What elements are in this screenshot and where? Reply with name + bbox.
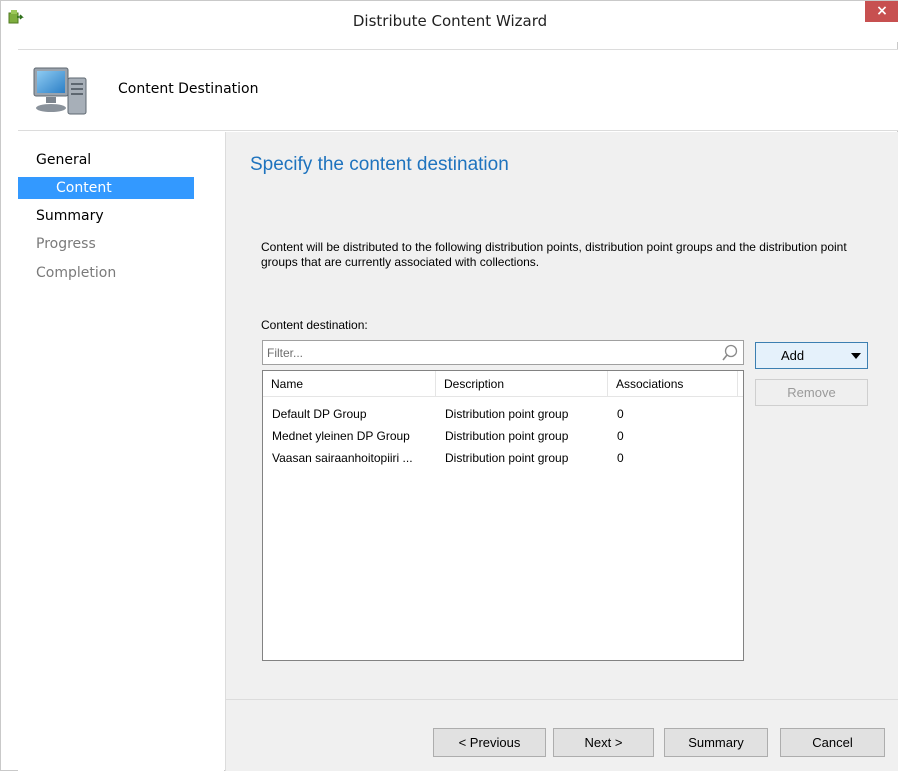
main-panel: Specify the content destination Content …: [225, 132, 898, 771]
add-button[interactable]: Add: [755, 342, 868, 369]
cell-associations: 0: [617, 451, 624, 465]
close-button[interactable]: ×: [865, 1, 898, 22]
cell-name: Vaasan sairaanhoitopiiri ...: [272, 451, 413, 465]
filter-box[interactable]: [262, 340, 744, 365]
summary-button[interactable]: Summary: [664, 728, 768, 757]
cell-name: Mednet yleinen DP Group: [272, 429, 410, 443]
remove-button[interactable]: Remove: [755, 379, 868, 406]
cell-associations: 0: [617, 407, 624, 421]
table-row[interactable]: Mednet yleinen DP Group Distribution poi…: [263, 425, 743, 447]
list-header: Name Description Associations: [263, 371, 743, 397]
cell-description: Distribution point group: [445, 407, 569, 421]
column-header-associations[interactable]: Associations: [608, 371, 738, 397]
header-title: Content Destination: [118, 81, 259, 97]
footer-divider: [226, 699, 898, 700]
description-text: Content will be distributed to the follo…: [261, 240, 847, 269]
wizard-nav: General Content Destination Summary Prog…: [18, 132, 224, 771]
previous-button[interactable]: < Previous: [433, 728, 546, 757]
table-row[interactable]: Default DP Group Distribution point grou…: [263, 403, 743, 425]
filter-input[interactable]: [267, 344, 707, 362]
content-destination-list[interactable]: Name Description Associations Default DP…: [262, 370, 744, 661]
column-header-name[interactable]: Name: [263, 371, 436, 397]
nav-item-summary[interactable]: Summary: [36, 208, 104, 224]
cell-description: Distribution point group: [445, 451, 569, 465]
search-icon[interactable]: [721, 344, 739, 362]
title-bar: Distribute Content Wizard ×: [1, 1, 898, 42]
next-button[interactable]: Next >: [553, 728, 654, 757]
cell-description: Distribution point group: [445, 429, 569, 443]
cell-associations: 0: [617, 429, 624, 443]
window-title: Distribute Content Wizard: [352, 12, 548, 30]
add-button-label: Add: [781, 348, 805, 363]
column-header-description[interactable]: Description: [436, 371, 608, 397]
page-header: Content Destination: [18, 49, 898, 131]
cell-name: Default DP Group: [272, 407, 367, 421]
wizard-window: Distribute Content Wizard × Content Dest…: [0, 0, 898, 771]
nav-item-completion: Completion: [36, 265, 117, 281]
nav-item-content-destination[interactable]: Content Destination: [18, 177, 194, 218]
dropdown-arrow-icon: [851, 353, 861, 359]
content-destination-label: Content destination:: [261, 318, 368, 332]
page-title: Specify the content destination: [250, 154, 509, 175]
computer-monitor-icon: [33, 67, 87, 115]
cancel-button[interactable]: Cancel: [780, 728, 885, 757]
nav-item-progress: Progress: [36, 236, 96, 252]
nav-item-general[interactable]: General: [36, 152, 91, 168]
table-row[interactable]: Vaasan sairaanhoitopiiri ... Distributio…: [263, 447, 743, 469]
